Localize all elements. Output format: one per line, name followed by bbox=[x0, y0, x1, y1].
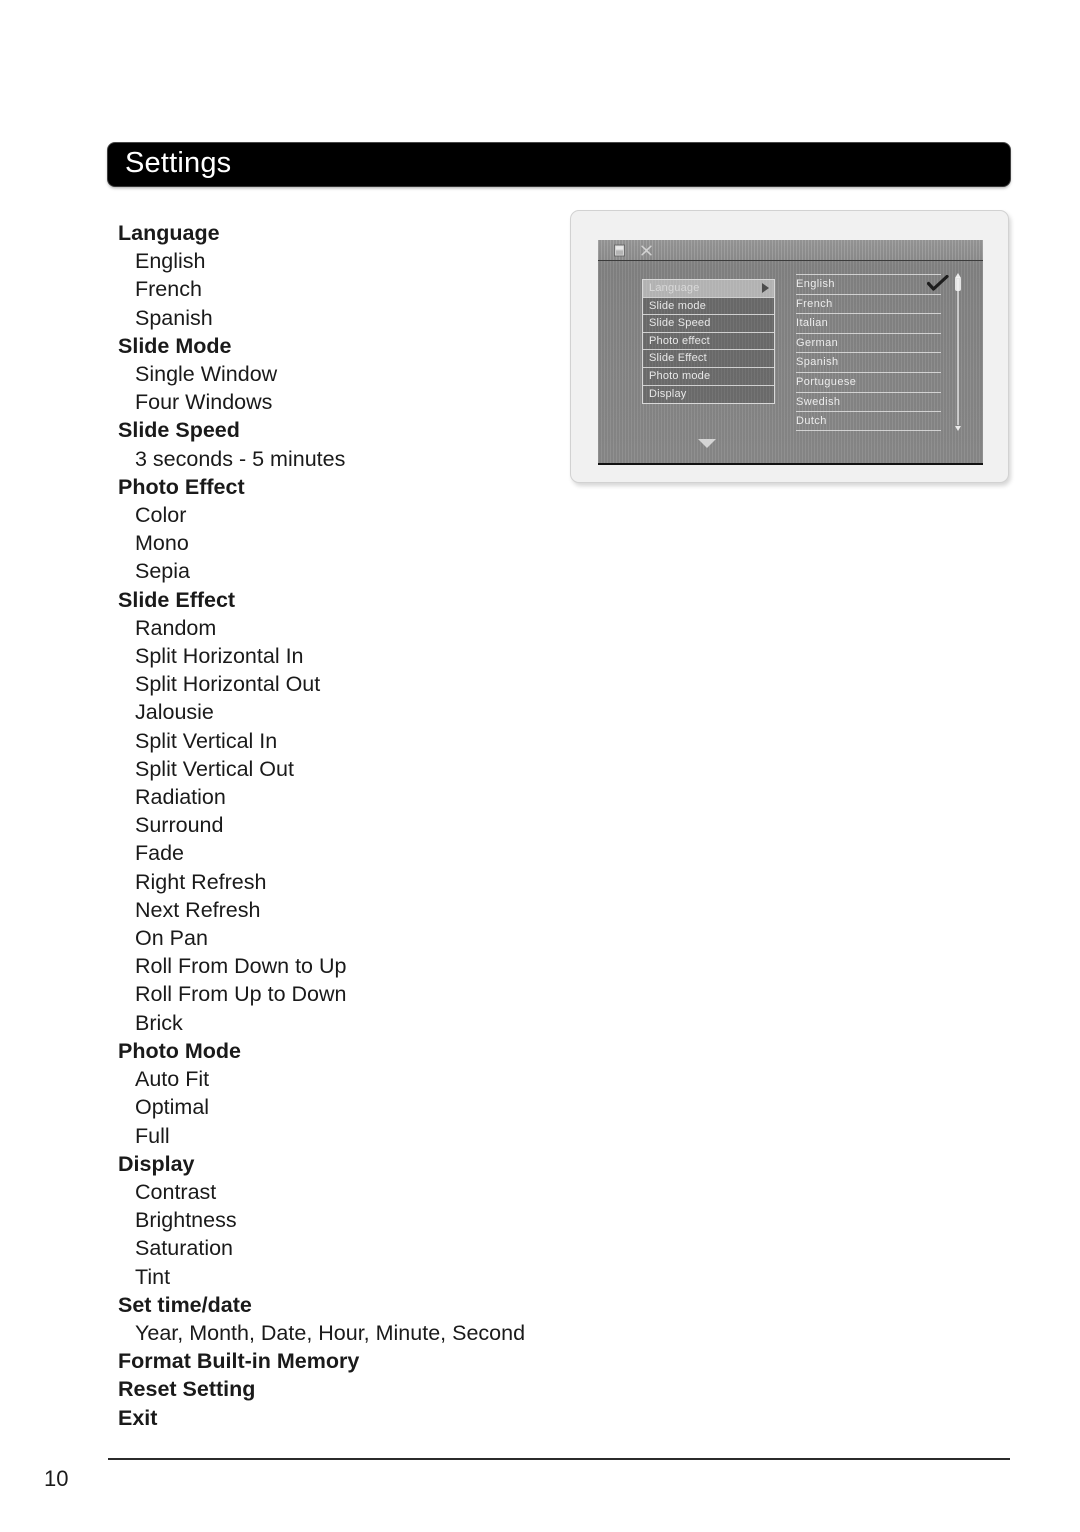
settings-group: Slide Mode Single Window Four Windows bbox=[118, 332, 558, 417]
chevron-right-icon bbox=[762, 283, 769, 294]
settings-group-item: Year, Month, Date, Hour, Minute, Second bbox=[135, 1320, 526, 1345]
device-menu-item[interactable]: Photo effect bbox=[643, 332, 774, 351]
device-menu-item[interactable]: Slide Effect bbox=[643, 350, 774, 368]
settings-group-item: Right Refresh bbox=[135, 869, 267, 894]
checkmark-icon bbox=[926, 274, 949, 293]
device-screen: Language Slide mode Slide Speed Photo effec… bbox=[598, 240, 983, 465]
device-option-item[interactable]: English bbox=[796, 274, 941, 294]
device-option-item[interactable]: Swedish bbox=[796, 391, 941, 412]
device-options-list[interactable]: English French Italian German Spanish Portugu… bbox=[796, 274, 941, 431]
settings-group-item: Four Windows bbox=[135, 390, 273, 415]
device-menu-item[interactable]: Photo mode bbox=[643, 367, 774, 386]
settings-group-item: On Pan bbox=[135, 926, 208, 951]
settings-group-item: Next Refresh bbox=[135, 897, 261, 922]
device-screenshot-figure: Language Slide mode Slide Speed Photo effec… bbox=[570, 210, 1009, 483]
settings-group-item: Tint bbox=[135, 1264, 171, 1289]
settings-group-title: Slide Effect bbox=[118, 587, 236, 612]
device-scrollbar[interactable] bbox=[954, 273, 962, 431]
device-menu-item-label: Photo effect bbox=[649, 334, 710, 347]
page-header-bar: Settings bbox=[108, 143, 1010, 186]
settings-group-item: Jalousie bbox=[135, 700, 214, 725]
settings-group: Reset Setting bbox=[118, 1375, 558, 1403]
settings-group-item: Split Vertical Out bbox=[135, 756, 294, 781]
settings-group-item: Surround bbox=[135, 813, 224, 838]
settings-group-item: English bbox=[135, 249, 206, 274]
settings-group-title: Language bbox=[118, 221, 220, 245]
settings-group: Photo Effect Color Mono Sepia bbox=[118, 473, 558, 586]
tools-icon[interactable] bbox=[639, 243, 654, 258]
settings-group-item: Fade bbox=[135, 841, 185, 866]
chevron-down-icon[interactable] bbox=[698, 439, 716, 448]
device-menu-item[interactable]: Slide mode bbox=[643, 297, 774, 316]
footer-divider bbox=[108, 1458, 1010, 1460]
settings-group-item: Saturation bbox=[135, 1236, 234, 1261]
settings-group-item: Optimal bbox=[135, 1095, 210, 1120]
settings-group-item: Brick bbox=[135, 1010, 183, 1035]
settings-group-item: Brightness bbox=[135, 1208, 237, 1233]
settings-group-item: Roll From Up to Down bbox=[135, 982, 347, 1007]
settings-group: Photo Mode Auto Fit Optimal Full bbox=[118, 1037, 558, 1150]
settings-group-item: Single Window bbox=[135, 362, 278, 387]
device-menu-item[interactable]: Slide Speed bbox=[643, 315, 774, 333]
settings-group-item: Radiation bbox=[135, 785, 226, 810]
device-option-item[interactable]: French bbox=[796, 293, 941, 314]
settings-group-item: Color bbox=[135, 503, 187, 528]
settings-group-item: Split Horizontal In bbox=[135, 644, 304, 669]
settings-group-title: Set time/date bbox=[118, 1292, 252, 1317]
settings-group-item: Auto Fit bbox=[135, 1067, 210, 1092]
settings-group-item: Full bbox=[135, 1123, 170, 1148]
settings-group-title: Exit bbox=[118, 1405, 158, 1430]
scrollbar-thumb[interactable] bbox=[955, 277, 961, 291]
settings-group: Display Contrast Brightness Saturation Tint bbox=[118, 1150, 558, 1291]
settings-group: Slide Speed 3 seconds - 5 minutes bbox=[118, 416, 558, 472]
memory-card-icon[interactable] bbox=[612, 243, 627, 258]
settings-group-item: Split Vertical In bbox=[135, 728, 278, 753]
settings-group: Set time/date Year, Month, Date, Hour, Mi… bbox=[118, 1291, 558, 1347]
settings-group-item: Random bbox=[135, 615, 217, 640]
settings-group-title: Photo Mode bbox=[118, 1038, 242, 1063]
device-menu-item[interactable]: Language bbox=[643, 280, 774, 298]
device-option-item[interactable]: Portuguese bbox=[796, 371, 941, 392]
settings-group: Language English French Spanish bbox=[118, 219, 558, 332]
device-option-item[interactable]: Italian bbox=[796, 313, 941, 333]
page-number: 10 bbox=[44, 1466, 69, 1491]
settings-group-title: Reset Setting bbox=[118, 1377, 256, 1402]
settings-group-item: French bbox=[135, 277, 202, 302]
scroll-down-arrow-icon[interactable] bbox=[955, 426, 961, 431]
settings-group-item: Mono bbox=[135, 531, 189, 556]
settings-group-item: Roll From Down to Up bbox=[135, 954, 347, 979]
settings-group: Exit bbox=[118, 1404, 558, 1432]
device-menu-item-label: Slide Effect bbox=[649, 352, 707, 365]
device-menu-item-label: Slide Speed bbox=[649, 317, 711, 330]
settings-group-title: Display bbox=[118, 1151, 195, 1176]
device-menu-item[interactable]: Display bbox=[643, 385, 774, 404]
device-option-item[interactable]: Spanish bbox=[796, 352, 941, 372]
settings-outline: Language English French Spanish Slide Mode Si… bbox=[118, 219, 558, 1432]
settings-group-item: Split Horizontal Out bbox=[135, 672, 321, 697]
settings-group-item: Spanish bbox=[135, 305, 213, 330]
settings-group: Slide Effect Random Split Horizontal In Spl… bbox=[118, 586, 558, 1037]
settings-group-title: Slide Mode bbox=[118, 333, 232, 358]
device-menu-item-label: Slide mode bbox=[649, 299, 707, 312]
settings-group-item: 3 seconds - 5 minutes bbox=[135, 446, 346, 471]
scrollbar-track[interactable] bbox=[957, 279, 959, 425]
settings-group-title: Format Built-in Memory bbox=[118, 1349, 360, 1374]
device-menu-item-label: Display bbox=[649, 387, 687, 400]
device-menu-list[interactable]: Language Slide mode Slide Speed Photo effec… bbox=[642, 279, 775, 405]
device-option-item[interactable]: German bbox=[796, 332, 941, 353]
device-toolbar bbox=[598, 240, 983, 261]
page-title: Settings bbox=[125, 147, 232, 179]
settings-group-title: Slide Speed bbox=[118, 418, 240, 443]
device-menu-item-label: Language bbox=[649, 282, 700, 294]
settings-group-item: Sepia bbox=[135, 559, 190, 584]
settings-group-title: Photo Effect bbox=[118, 474, 245, 499]
settings-group: Format Built-in Memory bbox=[118, 1347, 558, 1375]
device-option-item[interactable]: Dutch bbox=[796, 411, 941, 431]
settings-group-item: Contrast bbox=[135, 1179, 217, 1204]
device-menu-item-label: Photo mode bbox=[649, 369, 711, 382]
